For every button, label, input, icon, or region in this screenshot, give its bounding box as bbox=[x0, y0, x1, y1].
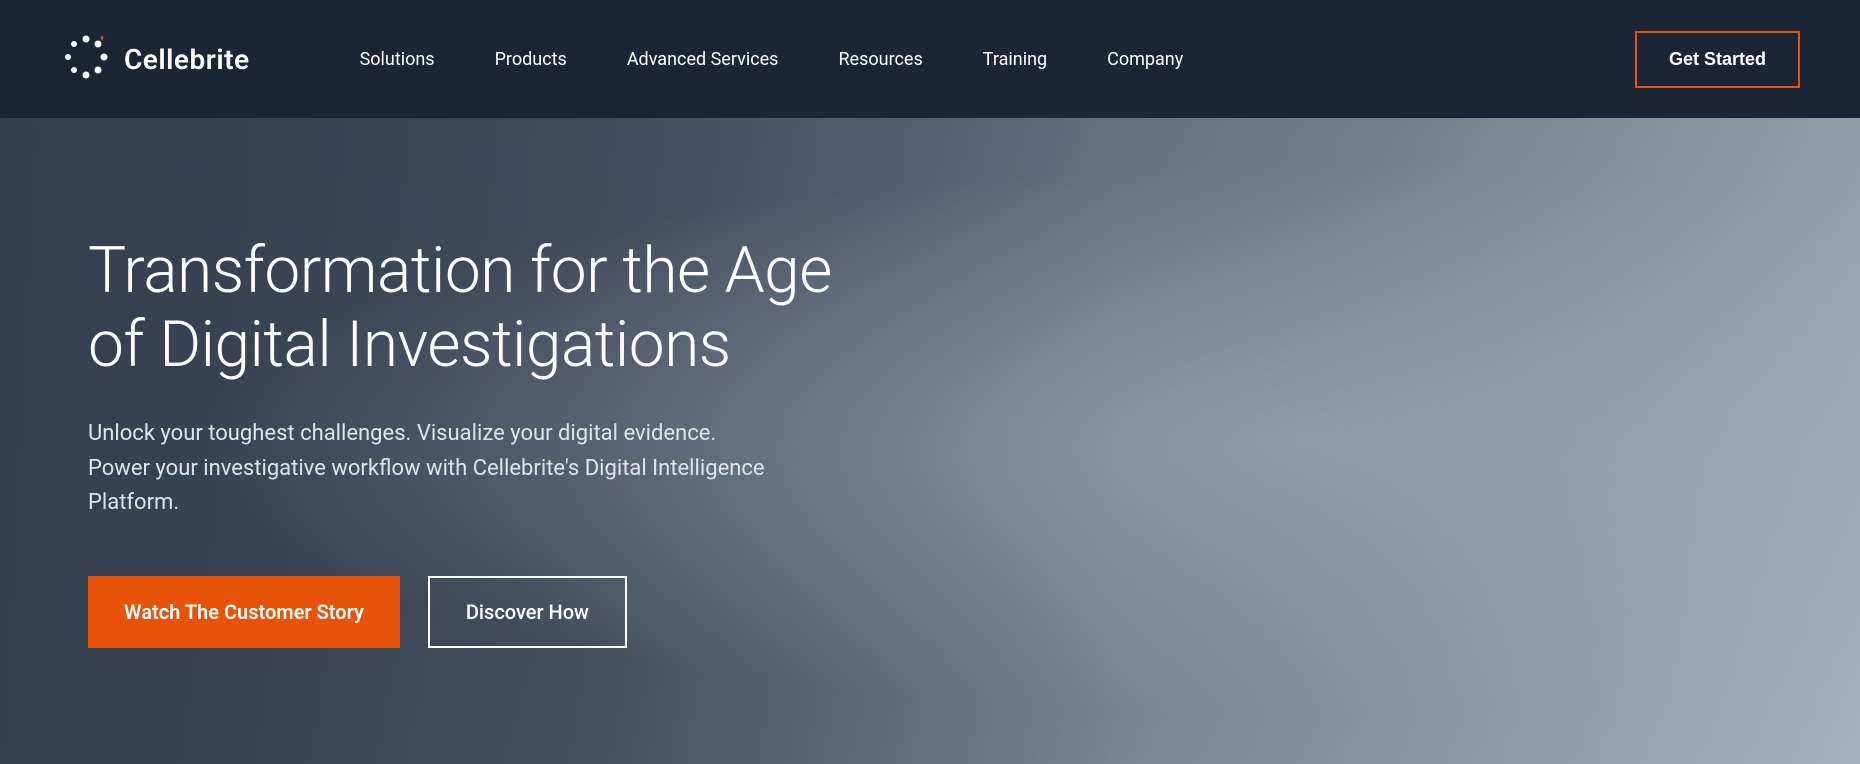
hero-subtitle: Unlock your toughest challenges. Visuali… bbox=[88, 417, 768, 519]
nav-item-resources[interactable]: Resources bbox=[808, 0, 952, 118]
nav-item-solutions[interactable]: Solutions bbox=[330, 0, 465, 118]
watch-customer-story-button[interactable]: Watch The Customer Story bbox=[88, 576, 400, 648]
hero-title: Transformation for the Age of Digital In… bbox=[88, 234, 848, 381]
nav-item-company[interactable]: Company bbox=[1077, 0, 1213, 118]
get-started-button[interactable]: Get Started bbox=[1635, 31, 1800, 88]
nav-item-products[interactable]: Products bbox=[465, 0, 597, 118]
brand-name: Cellebrite bbox=[124, 43, 250, 76]
hero-section: Transformation for the Age of Digital In… bbox=[0, 118, 1860, 764]
logo-link[interactable]: Cellebrite bbox=[60, 31, 250, 87]
nav-links: Solutions Products Advanced Services Res… bbox=[330, 0, 1635, 118]
logo-icon bbox=[60, 31, 112, 87]
hero-buttons: Watch The Customer Story Discover How bbox=[88, 576, 848, 648]
hero-content: Transformation for the Age of Digital In… bbox=[88, 234, 848, 647]
discover-how-button[interactable]: Discover How bbox=[428, 576, 627, 648]
navbar: Cellebrite Solutions Products Advanced S… bbox=[0, 0, 1860, 118]
nav-item-training[interactable]: Training bbox=[953, 0, 1077, 118]
nav-item-advanced-services[interactable]: Advanced Services bbox=[597, 0, 809, 118]
